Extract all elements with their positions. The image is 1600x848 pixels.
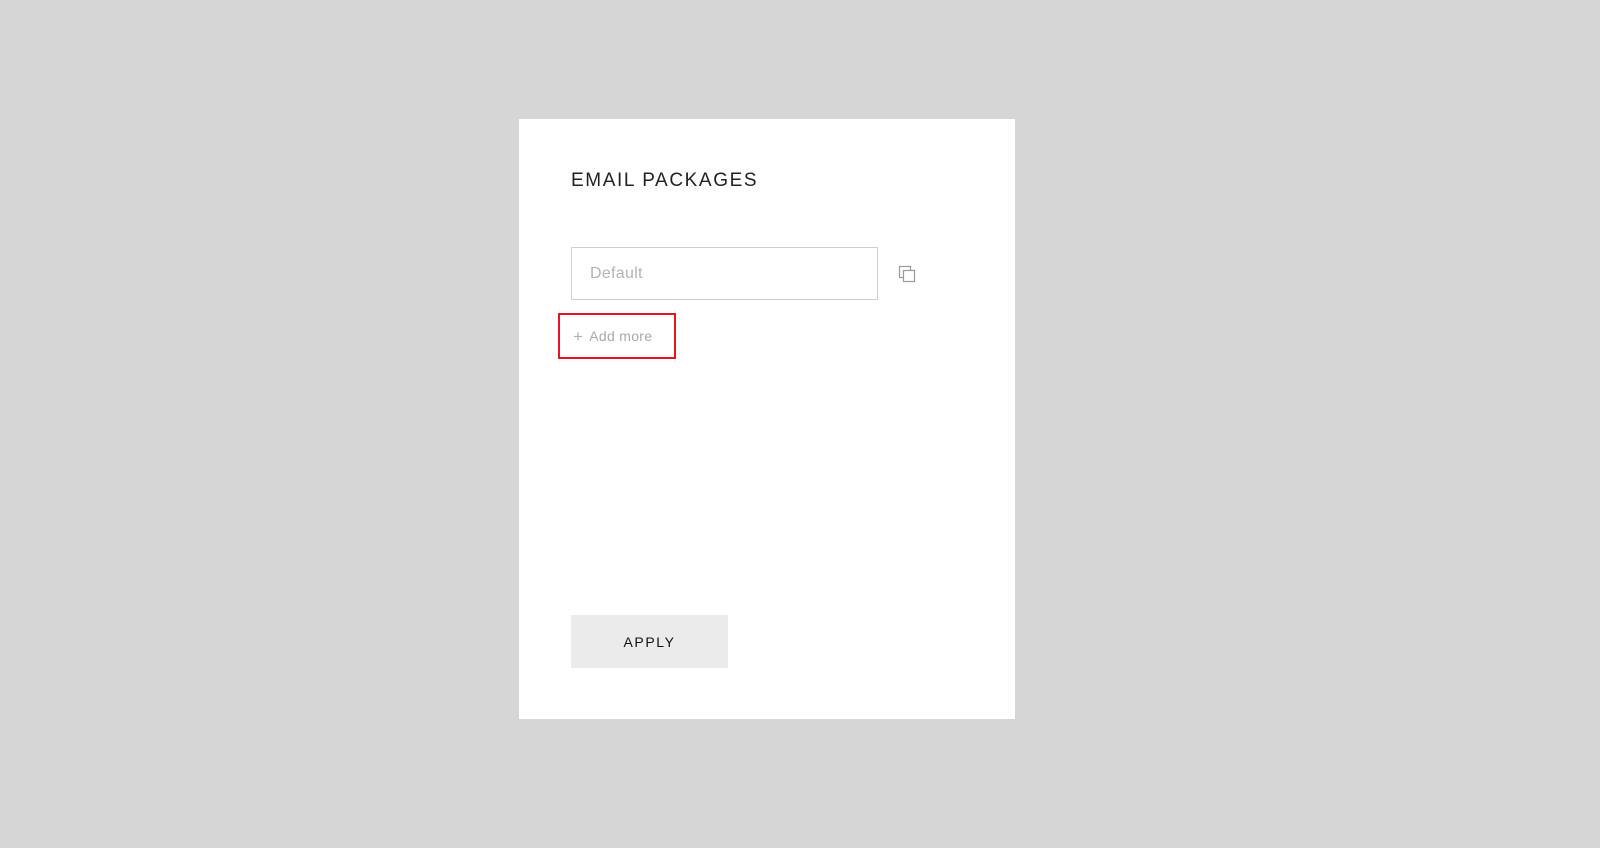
add-more-button[interactable]: + Add more [558,313,676,359]
package-row [571,247,961,300]
email-packages-dialog: EMAIL PACKAGES + Add more APPLY [519,119,1015,719]
dialog-title: EMAIL PACKAGES [571,170,759,191]
package-name-input[interactable] [571,247,878,300]
copy-icon[interactable] [897,264,917,284]
apply-button[interactable]: APPLY [571,615,728,668]
page-backdrop: EMAIL PACKAGES + Add more APPLY [0,0,1600,848]
add-more-label: Add more [589,328,653,344]
plus-icon: + [573,326,584,346]
